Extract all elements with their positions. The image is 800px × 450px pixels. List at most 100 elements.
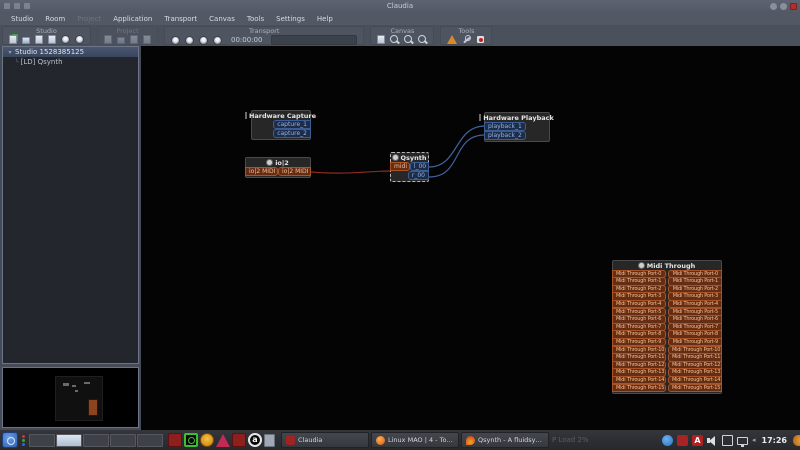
transport-bpm-field[interactable] [271,35,358,45]
canvas-arrange-icon[interactable] [377,35,386,44]
toolbar-group-project: Project [97,26,158,45]
ardour-icon[interactable] [216,433,230,447]
tree-item-studio-1528385125[interactable]: ▾ Studio 1528385125 [3,47,138,57]
close-icon[interactable] [790,2,797,10]
node-title[interactable]: Hardware Capture [249,111,316,120]
node-title-label: io|2 [275,158,289,167]
tray-expand-icon[interactable]: ◂ [752,435,756,446]
connection-audio-r00-to-playback2[interactable] [428,134,486,178]
port-midi-through-out-midi-through-port-15[interactable]: Midi Through Port-15 [668,383,722,392]
minimize-icon[interactable] [770,2,777,10]
tree-item-label: Studio 1528385125 [15,48,85,56]
node-client-icon [638,263,644,268]
studio-edit-icon[interactable] [48,35,56,44]
node-title[interactable]: io|2 [246,158,310,167]
transport-play-icon[interactable] [185,35,194,45]
window-shade-icon[interactable] [14,3,20,9]
port-qsynth-out-r-00[interactable]: r_00 [407,171,429,180]
file-manager-icon[interactable] [264,433,275,447]
task-claudia[interactable]: Claudia [281,432,369,448]
tools-render-icon[interactable] [462,35,472,44]
jack-logs-icon[interactable] [168,433,182,447]
desktop-5[interactable] [137,433,163,447]
green-dot-icon [22,438,25,442]
transport-forward-icon[interactable] [199,35,208,45]
studio-start-icon[interactable] [61,35,70,44]
port-qsynth-in-midi[interactable]: midi [390,162,410,171]
node-title[interactable]: Qsynth [391,153,428,162]
port-hardware-playback-in-playback-1[interactable]: playback_1 [484,122,526,131]
menu-tools[interactable]: Tools [242,14,269,24]
menu-room[interactable]: Room [40,14,70,24]
patchbay-canvas[interactable]: Hardware Capture capture_1 capture_2 Hardw… [141,46,800,430]
minimap-node-mark [84,382,90,384]
menu-transport[interactable]: Transport [159,14,202,24]
jack-control-icon[interactable] [200,433,214,447]
node-io2[interactable]: io|2 io|2 MIDI 1 io|2 MIDI 1 [245,157,311,178]
tray-blue-icon[interactable] [662,434,674,446]
port-midi-through-in-midi-through-port-15[interactable]: Midi Through Port-15 [612,383,666,392]
canvas-zoom-out-icon[interactable] [418,35,427,44]
menu-application[interactable]: Application [108,14,157,24]
tree-expander-icon[interactable]: ▾ [5,49,15,56]
toolbar-group-label: Transport [248,27,280,35]
studio-save-icon[interactable] [35,35,43,44]
tools-logs-icon[interactable] [447,35,458,44]
volume-icon[interactable] [707,435,718,446]
cadence-icon[interactable] [184,433,198,447]
desktop-4[interactable] [110,433,136,447]
transport-stop-icon[interactable] [213,35,222,45]
port-hardware-playback-in-playback-2[interactable]: playback_2 [484,131,526,140]
tray-pdf-icon[interactable]: A [692,434,704,446]
studio-stop-icon[interactable] [75,35,84,44]
node-client-icon [392,155,398,160]
connection-midi-io2-to-qsynth[interactable] [310,170,391,174]
canvas-refresh-icon[interactable] [390,35,399,44]
menu-help[interactable]: Help [312,14,338,24]
window-menu-icon[interactable] [4,3,10,9]
monitor-icon[interactable] [737,436,749,447]
tools-record-icon[interactable] [476,35,486,44]
project-save-icon [130,35,138,44]
menu-canvas[interactable]: Canvas [204,14,240,24]
studio-open-icon[interactable] [22,37,30,44]
edge-partial-icon [793,434,800,446]
port-qsynth-out-l-00[interactable]: l_00 [409,162,429,171]
canvas-zoom-in-icon[interactable] [404,35,413,44]
node-midi-through[interactable]: Midi Through Midi Through Port-0 Midi Thro… [612,260,722,394]
node-qsynth[interactable]: Qsynth midi l_00 r_00 [390,152,429,182]
maximize-icon[interactable] [780,2,787,10]
task-qsynth[interactable]: Qsynth - A fluidsynth Qt GUI [461,432,549,448]
a2jmidid-icon[interactable]: a [248,433,262,447]
studio-tree[interactable]: ▾ Studio 1528385125 └ [LD] Qsynth [2,46,139,364]
menu-project: Project [77,14,102,23]
transport-backward-icon[interactable] [171,35,180,45]
clock[interactable]: 17:26 [762,436,787,445]
canvas-minimap[interactable] [2,367,139,428]
node-title[interactable]: Hardware Playback [483,113,554,122]
port-hardware-capture-out-capture-2[interactable]: capture_2 [273,129,311,138]
desktop-2[interactable] [56,433,82,447]
desktop-pager[interactable] [29,433,163,447]
node-hardware-capture[interactable]: Hardware Capture capture_1 capture_2 [249,110,316,140]
desktop-3[interactable] [83,433,109,447]
minimap-node-mark [75,390,78,392]
transport-time: 00:00:00 [231,36,263,44]
menu-studio[interactable]: Studio [6,14,38,24]
port-hardware-capture-out-capture-1[interactable]: capture_1 [273,120,311,129]
task-linux[interactable]: Linux MAO | 4 - Toutes les s [371,432,459,448]
studio-new-icon[interactable] [9,35,17,44]
tree-item-ld-qsynth[interactable]: └ [LD] Qsynth [3,57,138,67]
node-title[interactable]: Midi Through [613,261,721,270]
port-io-2-out-io-2-midi-1[interactable]: io|2 MIDI 1 [278,167,311,176]
desktop-1[interactable] [29,433,55,447]
port-io-2-in-io-2-midi-1[interactable]: io|2 MIDI 1 [245,167,278,176]
claudia-launcher-icon[interactable] [232,433,246,447]
connection-audio-l00-to-playback1[interactable] [428,125,486,168]
node-hardware-playback[interactable]: Hardware Playback playback_1 playback_2 [483,112,554,142]
tray-red-icon[interactable] [677,434,689,446]
start-menu-icon[interactable] [2,432,18,448]
display-icon[interactable] [722,434,734,446]
node-title-label: Midi Through [646,261,696,270]
menu-settings[interactable]: Settings [271,14,310,24]
